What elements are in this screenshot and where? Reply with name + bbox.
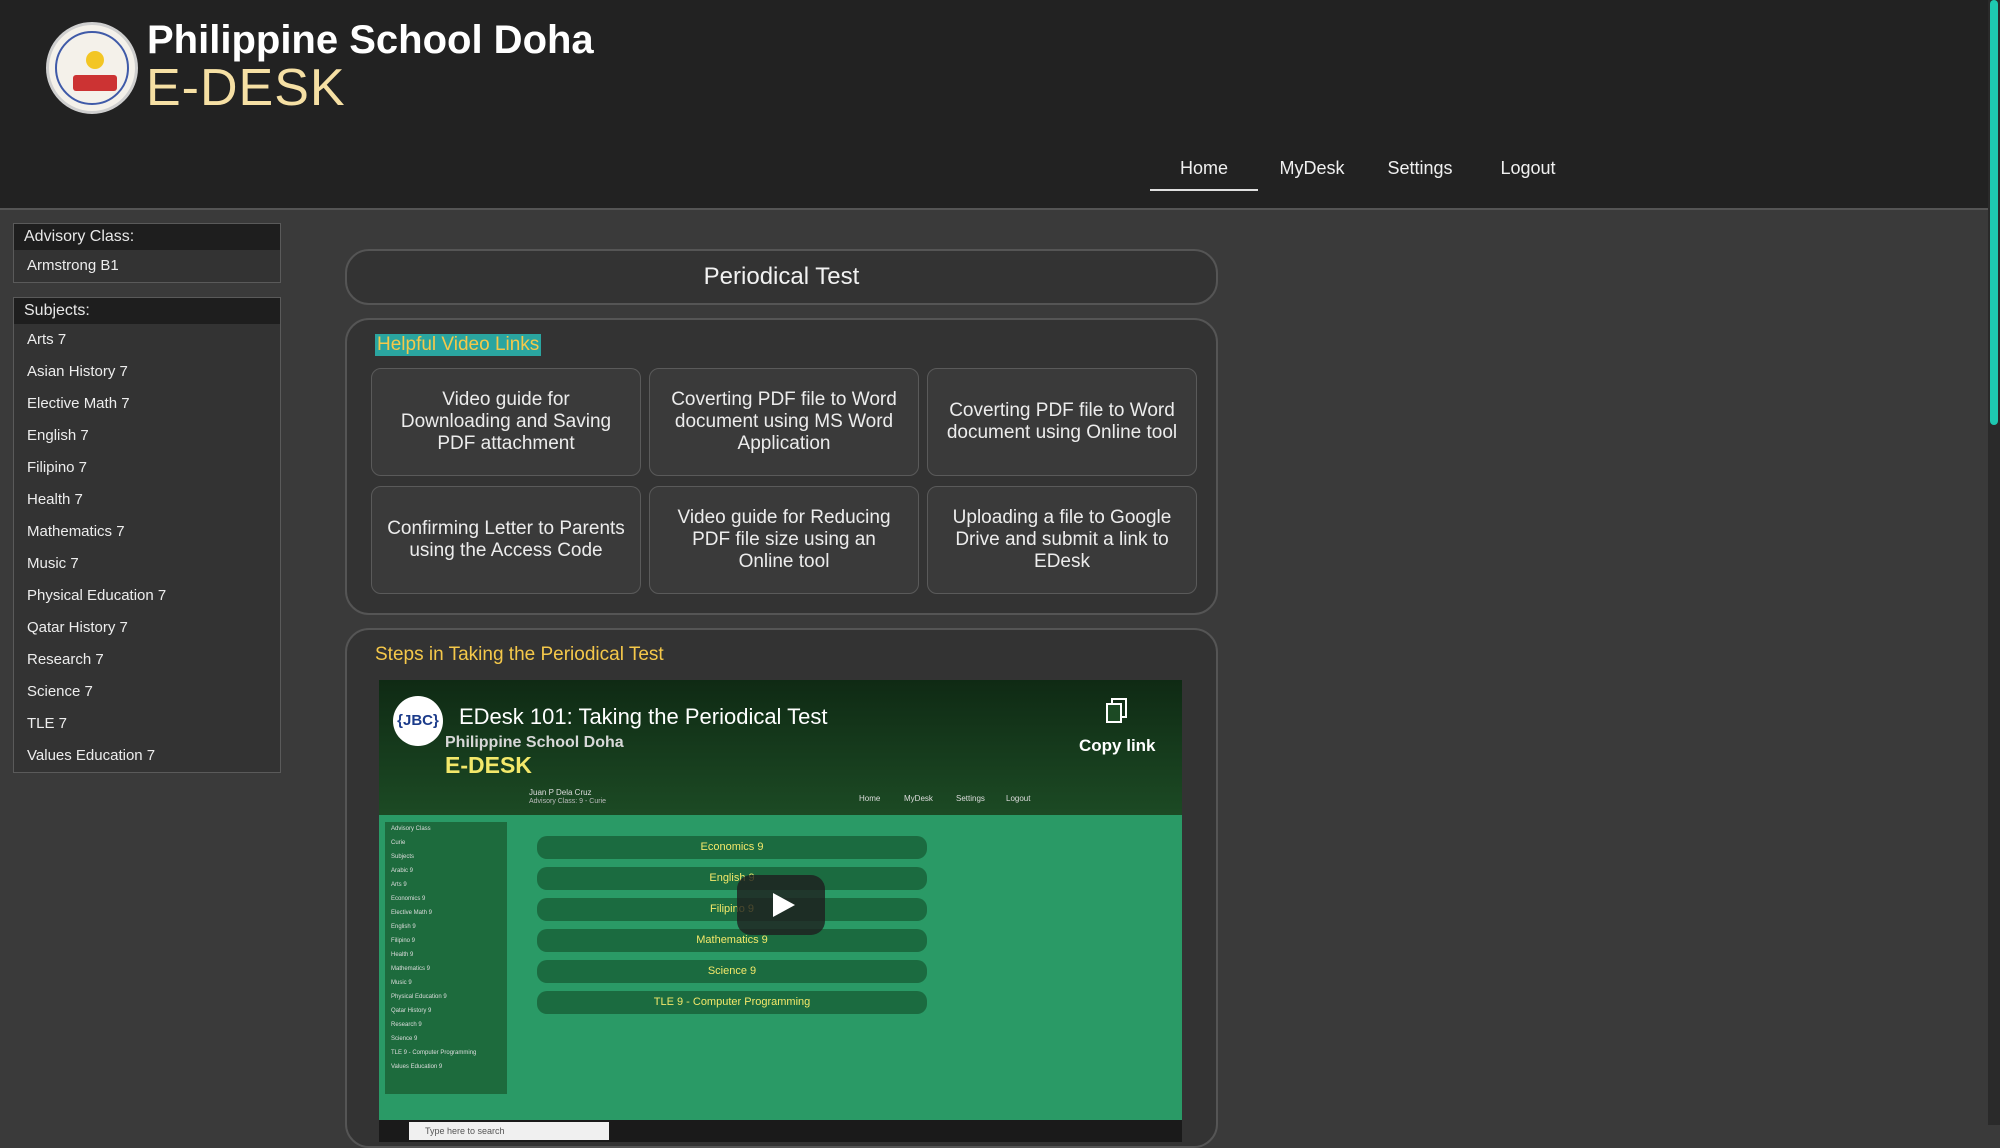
page-title: Periodical Test (345, 249, 1218, 305)
main-nav: Home MyDesk Settings Logout (1150, 150, 1582, 191)
channel-logo[interactable]: {JBC} (393, 696, 443, 746)
subject-item[interactable]: Qatar History 7 (14, 612, 280, 644)
video-inner-taskbar: Type here to search (379, 1120, 1182, 1142)
nav-home[interactable]: Home (1150, 150, 1258, 191)
steps-panel: Steps in Taking the Periodical Test {JBC… (345, 628, 1218, 1148)
video-inner-school-name: Philippine School Doha (445, 734, 624, 751)
copy-link-icon[interactable] (1106, 698, 1128, 724)
page-scrollbar[interactable] (1988, 0, 2000, 1125)
school-name: Philippine School Doha (147, 18, 594, 62)
video-inner-side-item: Values Education 9 (391, 1064, 443, 1070)
video-link-card[interactable]: Coverting PDF file to Word document usin… (649, 368, 919, 476)
video-inner-side-item: Curie (391, 840, 406, 846)
video-inner-side-item: Economics 9 (391, 896, 426, 902)
advisory-class-link[interactable]: Armstrong B1 (14, 250, 280, 282)
helpful-links-panel: Helpful Video Links Video guide for Down… (345, 318, 1218, 615)
video-inner-nav-item: Home (859, 794, 881, 803)
subject-item[interactable]: Elective Math 7 (14, 388, 280, 420)
steps-heading: Steps in Taking the Periodical Test (375, 644, 664, 665)
video-inner-subject: Mathematics 9 (537, 929, 927, 952)
subject-item[interactable]: Values Education 7 (14, 740, 280, 772)
video-inner-side-item: Science 9 (391, 1036, 418, 1042)
video-inner-side-item: Arabic 9 (391, 868, 414, 874)
subject-item[interactable]: TLE 7 (14, 708, 280, 740)
video-link-card[interactable]: Uploading a file to Google Drive and sub… (927, 486, 1197, 594)
app-name: E-DESK (146, 59, 346, 117)
video-inner-nav-item: Logout (1006, 794, 1031, 803)
video-inner-side-item: Qatar History 9 (391, 1008, 432, 1014)
video-inner-side-item: Physical Education 9 (391, 994, 447, 1000)
video-inner-subject: Filipino 9 (537, 898, 927, 921)
site-header: Philippine School Doha E-DESK Home MyDes… (0, 0, 1988, 210)
video-title[interactable]: EDesk 101: Taking the Periodical Test (459, 704, 828, 730)
video-inner-sidebar: Advisory Class Curie Subjects Arabic 9 A… (385, 822, 507, 1094)
nav-settings[interactable]: Settings (1366, 150, 1474, 191)
subject-item[interactable]: Mathematics 7 (14, 516, 280, 548)
subject-item[interactable]: Filipino 7 (14, 452, 280, 484)
subject-item[interactable]: Arts 7 (14, 324, 280, 356)
subjects-box: Subjects: Arts 7 Asian History 7 Electiv… (13, 297, 281, 773)
video-inner-side-item: Music 9 (391, 980, 412, 986)
subject-item[interactable]: Science 7 (14, 676, 280, 708)
video-inner-app-name: E-DESK (445, 752, 532, 778)
video-inner-side-item: Mathematics 9 (391, 966, 431, 972)
copy-link-button[interactable]: Copy link (1079, 736, 1156, 756)
subject-item[interactable]: Physical Education 7 (14, 580, 280, 612)
advisory-box: Advisory Class: Armstrong B1 (13, 223, 281, 283)
video-inner-user: Juan P Dela Cruz (529, 788, 592, 797)
video-inner-side-item: Filipino 9 (391, 938, 416, 944)
video-inner-side-item: English 9 (391, 924, 416, 930)
subject-item[interactable]: Music 7 (14, 548, 280, 580)
video-inner-advisory: Advisory Class: 9 - Curie (529, 798, 607, 805)
video-link-card[interactable]: Confirming Letter to Parents using the A… (371, 486, 641, 594)
advisory-heading: Advisory Class: (14, 224, 280, 250)
video-inner-subject: English 9 (537, 867, 927, 890)
video-inner-side-item: Elective Math 9 (391, 910, 433, 916)
video-inner-side-item: Subjects (391, 854, 415, 860)
video-inner-nav-item: Settings (956, 794, 985, 803)
subjects-heading: Subjects: (14, 298, 280, 324)
video-link-card[interactable]: Coverting PDF file to Word document usin… (927, 368, 1197, 476)
video-inner-side-item: Arts 9 (391, 882, 407, 888)
scrollbar-thumb[interactable] (1990, 0, 1998, 425)
video-inner-side-item: TLE 9 - Computer Programming (391, 1050, 477, 1056)
video-inner-subject: Economics 9 (537, 836, 927, 859)
video-inner-side-item: Research 9 (391, 1022, 422, 1028)
video-link-card[interactable]: Video guide for Reducing PDF file size u… (649, 486, 919, 594)
subject-item[interactable]: Health 7 (14, 484, 280, 516)
embedded-video-player[interactable]: {JBC} EDesk 101: Taking the Periodical T… (379, 680, 1182, 1142)
nav-mydesk[interactable]: MyDesk (1258, 150, 1366, 191)
nav-logout[interactable]: Logout (1474, 150, 1582, 191)
school-logo (46, 22, 138, 114)
video-inner-nav-item: MyDesk (904, 794, 933, 803)
video-inner-subject: Science 9 (537, 960, 927, 983)
play-icon[interactable] (737, 875, 825, 935)
links-heading: Helpful Video Links (375, 334, 542, 356)
subject-item[interactable]: Asian History 7 (14, 356, 280, 388)
video-inner-side-item: Health 9 (391, 952, 414, 958)
video-inner-subject: TLE 9 - Computer Programming (537, 991, 927, 1014)
subject-item[interactable]: English 7 (14, 420, 280, 452)
video-inner-side-item: Advisory Class (391, 826, 431, 832)
video-link-card[interactable]: Video guide for Downloading and Saving P… (371, 368, 641, 476)
subject-item[interactable]: Research 7 (14, 644, 280, 676)
